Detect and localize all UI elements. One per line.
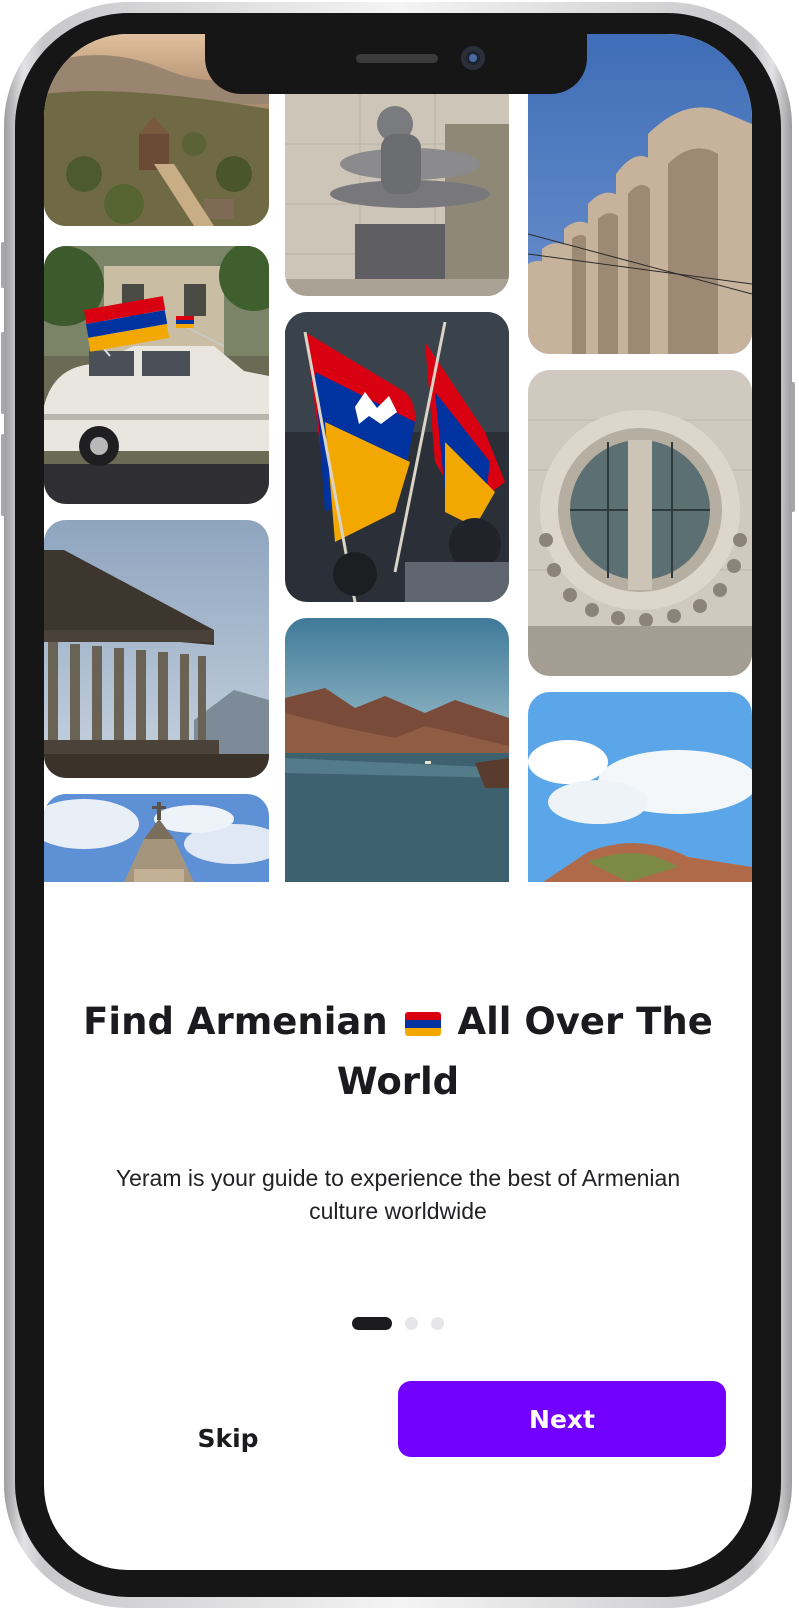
page-indicator-dot[interactable]	[405, 1316, 418, 1330]
volume-up-button	[1, 332, 5, 414]
next-button[interactable]: Next	[398, 1381, 726, 1457]
title-text-part2: All Over The World	[336, 1000, 713, 1103]
onboarding-title: Find Armenian All Over The World	[44, 992, 752, 1112]
photo-collage	[44, 34, 752, 882]
front-camera-icon	[461, 46, 485, 70]
round-window-monument-photo	[528, 370, 752, 676]
page-indicator	[44, 1316, 752, 1330]
notch	[205, 34, 587, 94]
car-with-flag-photo	[44, 246, 269, 504]
page-indicator-dot[interactable]	[431, 1316, 444, 1330]
screen: Find Armenian All Over The World Yeram i…	[44, 34, 752, 1570]
waving-flags-photo	[285, 312, 509, 602]
church-dome-photo	[44, 794, 269, 882]
page-indicator-dot-active[interactable]	[352, 1316, 392, 1330]
volume-down-button	[1, 434, 5, 516]
mountain-lake-photo	[285, 618, 509, 882]
mute-switch	[1, 242, 5, 288]
title-text-part1: Find Armenian	[83, 1000, 388, 1043]
onboarding-subtitle: Yeram is your guide to experience the be…	[115, 1165, 681, 1224]
power-button	[791, 382, 795, 512]
skip-button[interactable]: Skip	[144, 1400, 312, 1476]
sky-mountain-photo	[528, 692, 752, 882]
speaker-grille	[356, 54, 438, 63]
garni-temple-photo	[44, 520, 269, 778]
armenian-flag-icon	[404, 1012, 441, 1036]
